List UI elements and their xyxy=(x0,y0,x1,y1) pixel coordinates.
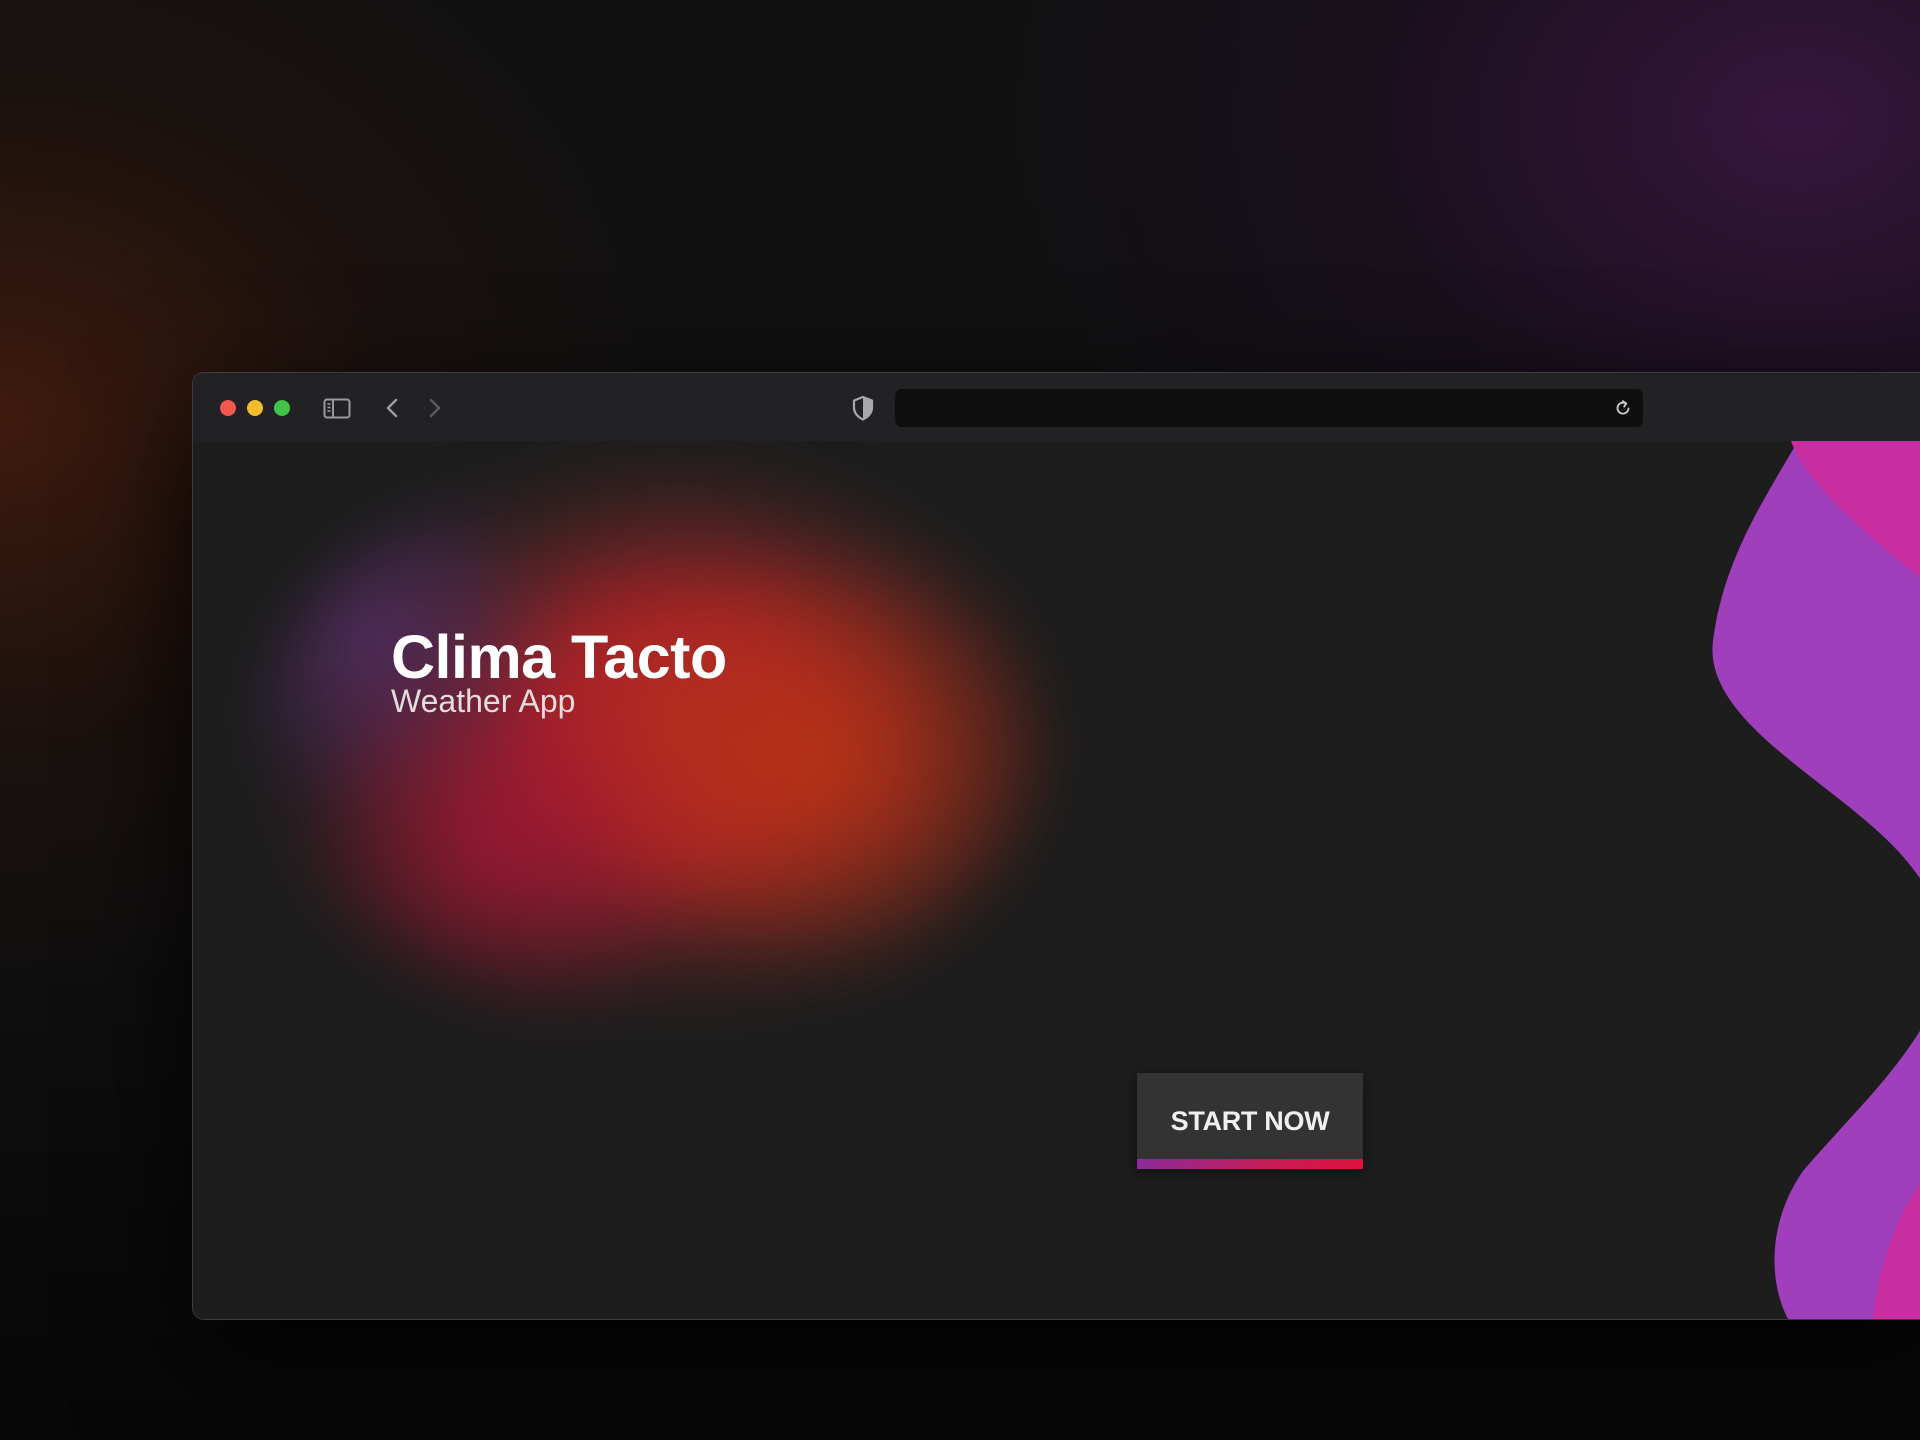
decorative-waves xyxy=(1712,441,1920,1319)
desktop-background: Clima Tacto Weather App START NOW xyxy=(0,0,1920,1440)
reload-icon[interactable] xyxy=(1613,398,1633,418)
chevron-right-icon[interactable] xyxy=(425,393,445,423)
sidebar-toggle-icon[interactable] xyxy=(322,393,352,423)
start-button-accent-bar xyxy=(1137,1159,1363,1169)
brand-block: Clima Tacto Weather App xyxy=(391,625,727,719)
browser-window: Clima Tacto Weather App START NOW xyxy=(192,372,1920,1320)
start-now-button[interactable]: START NOW xyxy=(1137,1073,1363,1169)
address-bar[interactable] xyxy=(895,389,1643,427)
start-now-label: START NOW xyxy=(1170,1106,1330,1136)
gradient-blob xyxy=(263,461,1043,1021)
minimize-window-button[interactable] xyxy=(247,400,263,416)
maximize-window-button[interactable] xyxy=(274,400,290,416)
web-page: Clima Tacto Weather App START NOW xyxy=(193,441,1920,1319)
shield-icon[interactable] xyxy=(848,393,878,423)
chevron-left-icon[interactable] xyxy=(382,393,402,423)
close-window-button[interactable] xyxy=(220,400,236,416)
browser-toolbar xyxy=(193,373,1920,441)
app-title: Clima Tacto xyxy=(391,623,727,691)
